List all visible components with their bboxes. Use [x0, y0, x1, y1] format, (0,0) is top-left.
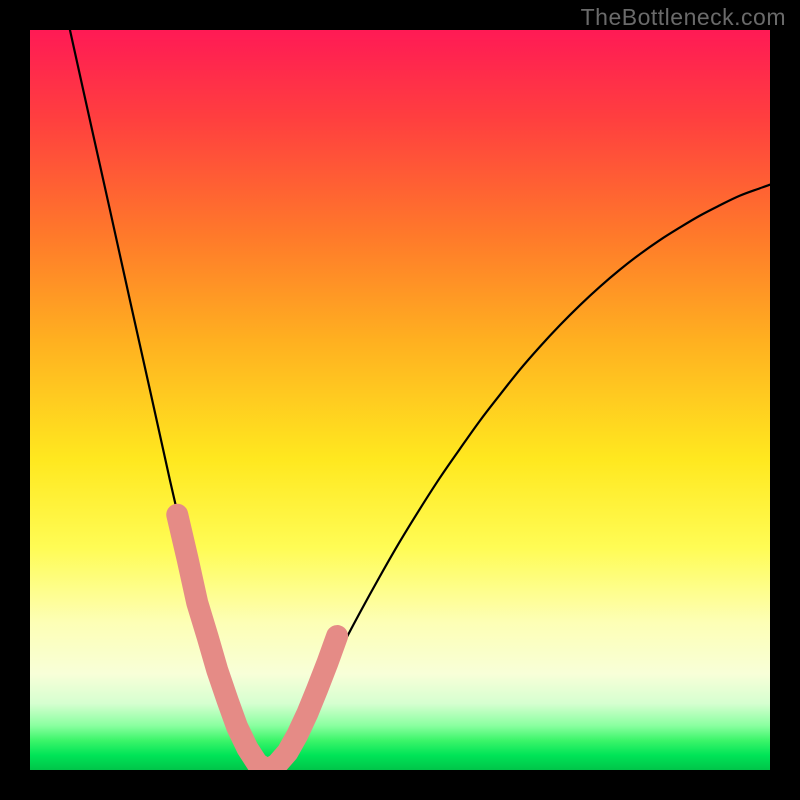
frame: TheBottleneck.com — [0, 0, 800, 800]
highlight-dots — [177, 515, 337, 770]
chart-overlay — [30, 30, 770, 770]
bottleneck-curve — [70, 30, 770, 770]
watermark-text: TheBottleneck.com — [581, 4, 786, 31]
